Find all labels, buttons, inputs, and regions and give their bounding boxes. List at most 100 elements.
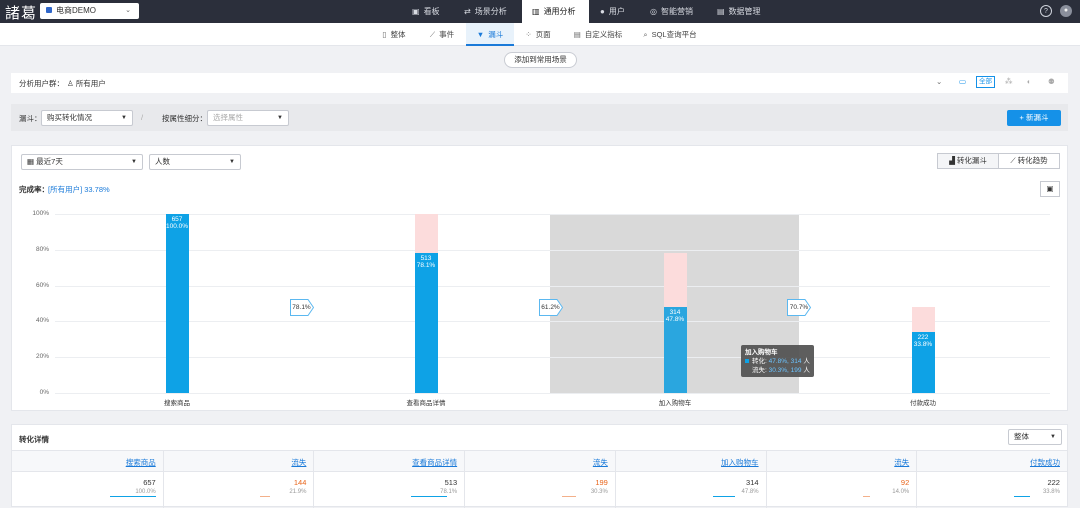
tooltip-loss: 30.3%, 199 (768, 367, 802, 374)
platform-web-icon[interactable]: ▭ (959, 77, 966, 86)
tab-funnel[interactable]: ▼ 漏斗 (466, 23, 514, 46)
funnel-toolbar: 漏斗： 购买转化情况 ▼ / 按属性细分： 选择属性 ▼ + 新漏斗 (11, 104, 1068, 131)
tooltip-conversion: 47.8%, 314 (768, 358, 802, 365)
view-trend-button[interactable]: ⟋ 转化趋势 (998, 153, 1060, 169)
cell-bar (411, 496, 448, 497)
nav-dashboard[interactable]: ▣ 看板 (412, 0, 464, 23)
cell-value: 314 (746, 478, 759, 487)
breakdown-select[interactable]: 选择属性 ▼ (207, 110, 289, 126)
cell-value: 92 (900, 478, 910, 487)
column-header[interactable]: 加入购物车 (615, 457, 759, 468)
avatar[interactable]: ● (1060, 5, 1072, 17)
database-icon: ▤ (717, 7, 725, 16)
column-header[interactable]: 流失 (464, 457, 608, 468)
cell-percent: 14.0% (892, 489, 910, 495)
funnel-bar (414, 253, 438, 393)
tab-sql[interactable]: ⌕ SQL查询平台 (636, 23, 704, 46)
y-tick-label: 20% (35, 353, 49, 361)
caret-down-icon: ▼ (121, 115, 127, 121)
cell-bar (1014, 496, 1030, 497)
project-selector[interactable]: 电商DEMO ⌄ (40, 3, 139, 19)
top-bar: 諸葛 电商DEMO ⌄ ▣ 看板 ⇄ 场景分析 ▥ 通用分析 ● 用户 ◎ 智能营销 ▤ 数… (0, 0, 1080, 23)
bar-chart-icon: ▥ (532, 7, 540, 16)
nav-general-analysis[interactable]: ▥ 通用分析 (522, 0, 589, 23)
bar-count-label: 222 (917, 334, 929, 342)
column-header[interactable]: 查看商品详情 (313, 457, 457, 468)
detail-title: 转化详情 (19, 435, 49, 444)
target-icon: ◎ (650, 7, 657, 16)
nav-data-management[interactable]: ▤ 数据管理 (717, 0, 777, 23)
platform-android-icon[interactable]: ⚉ (1048, 77, 1055, 86)
column-header[interactable]: 流失 (766, 457, 909, 468)
bar-count-label: 513 (420, 255, 432, 263)
tab-pages[interactable]: ⁘ 页面 (518, 23, 558, 46)
tab-events[interactable]: ⟋ 事件 (422, 23, 462, 46)
cell-percent: 30.3% (590, 489, 608, 495)
chart-tooltip: 加入购物车 转化: 47.8%, 314 人 流失: 30.3%, 199 人 (741, 345, 814, 377)
step-rate-arrow: 61.2% (538, 299, 563, 316)
funnel-select[interactable]: 购买转化情况 ▼ (41, 110, 133, 126)
gridline (55, 285, 1050, 287)
sub-nav: ▯ 整体 ⟋ 事件 ▼ 漏斗 ⁘ 页面 ▤ 自定义指标 ⌕ SQL查询平台 (0, 23, 1080, 46)
user-group-value[interactable]: ♙ 所有用户 (67, 78, 106, 89)
step-rate-label: 61.2% (541, 304, 560, 311)
search-icon: ⌕ (643, 30, 648, 39)
caret-down-icon: ▼ (1050, 434, 1056, 440)
expand-chevron-icon[interactable]: ⌄ (936, 77, 942, 86)
bar-count-label: 657 (171, 216, 183, 223)
gridline (55, 357, 1050, 359)
gridline (55, 321, 1050, 323)
cell-value: 199 (595, 478, 608, 487)
project-name: 电商DEMO (56, 6, 96, 15)
user-group-bar: 分析用户群： ♙ 所有用户 ⌄ ▭ 全部 ⁂ ◖ ⚉ (11, 73, 1068, 93)
cell-bar (561, 496, 576, 497)
completion-value: [所有用户] 33.78% (48, 185, 110, 194)
date-range-select[interactable]: ▦ 最近7天 ▼ (21, 154, 143, 170)
x-category-label: 搜索商品 (164, 400, 190, 407)
new-funnel-button[interactable]: + 新漏斗 (1007, 110, 1061, 126)
completion-label: 完成率： (19, 185, 49, 194)
scenario-icon: ⇄ (464, 7, 471, 16)
cell-bar (260, 496, 271, 497)
cell-percent: 78.1% (440, 489, 458, 495)
divider: / (141, 113, 144, 122)
folder-icon (46, 7, 52, 13)
cell-value: 222 (1047, 478, 1060, 487)
cell-percent: 47.8% (741, 489, 759, 495)
x-category-label: 查看商品详情 (406, 400, 446, 407)
column-header[interactable]: 搜索商品 (12, 457, 156, 468)
tab-overall[interactable]: ▯ 整体 (374, 23, 414, 46)
bar-percent-label: 33.8% (913, 341, 933, 349)
funnel-bar (165, 214, 189, 393)
platform-all-button[interactable]: 全部 (976, 76, 995, 88)
help-icon[interactable]: ? (1040, 5, 1052, 17)
bar-percent-label: 47.8% (665, 316, 685, 324)
column-header[interactable]: 流失 (163, 457, 306, 468)
breakdown-label: 按属性细分： (162, 114, 207, 123)
cell-percent: 100.0% (135, 489, 156, 495)
step-rate-arrow: 70.7% (787, 299, 811, 316)
nav-scenario[interactable]: ⇄ 场景分析 (464, 0, 524, 23)
platform-miniapp-icon[interactable]: ⁂ (1005, 77, 1013, 86)
y-tick-label: 0% (39, 389, 49, 396)
comment-icon[interactable]: ▣ (1040, 181, 1060, 197)
step-rate-label: 70.7% (789, 304, 809, 311)
nav-marketing[interactable]: ◎ 智能营销 (650, 0, 710, 23)
y-tick-label: 100% (32, 210, 49, 217)
metric-select[interactable]: 人数 ▼ (149, 154, 241, 170)
column-header[interactable]: 付款成功 (916, 457, 1060, 468)
cell-value: 144 (293, 478, 307, 487)
tab-custom-metrics[interactable]: ▤ 自定义指标 (566, 23, 630, 46)
gridline (55, 214, 1050, 215)
view-funnel-button[interactable]: ▟ 转化漏斗 (937, 153, 999, 169)
add-to-scene-button[interactable]: 添加到常用场景 (504, 52, 577, 68)
platform-ios-icon[interactable]: ◖ (1026, 77, 1031, 86)
cell-value: 657 (143, 478, 156, 487)
trend-icon: ⟋ (1010, 156, 1018, 165)
cell-percent: 21.9% (289, 489, 307, 495)
gridline (55, 393, 1050, 394)
nav-users[interactable]: ● 用户 (600, 0, 640, 23)
step-rate-label: 78.1% (292, 304, 311, 311)
detail-scope-select[interactable]: 整体 ▼ (1008, 429, 1062, 445)
funnel-label: 漏斗： (19, 114, 42, 123)
